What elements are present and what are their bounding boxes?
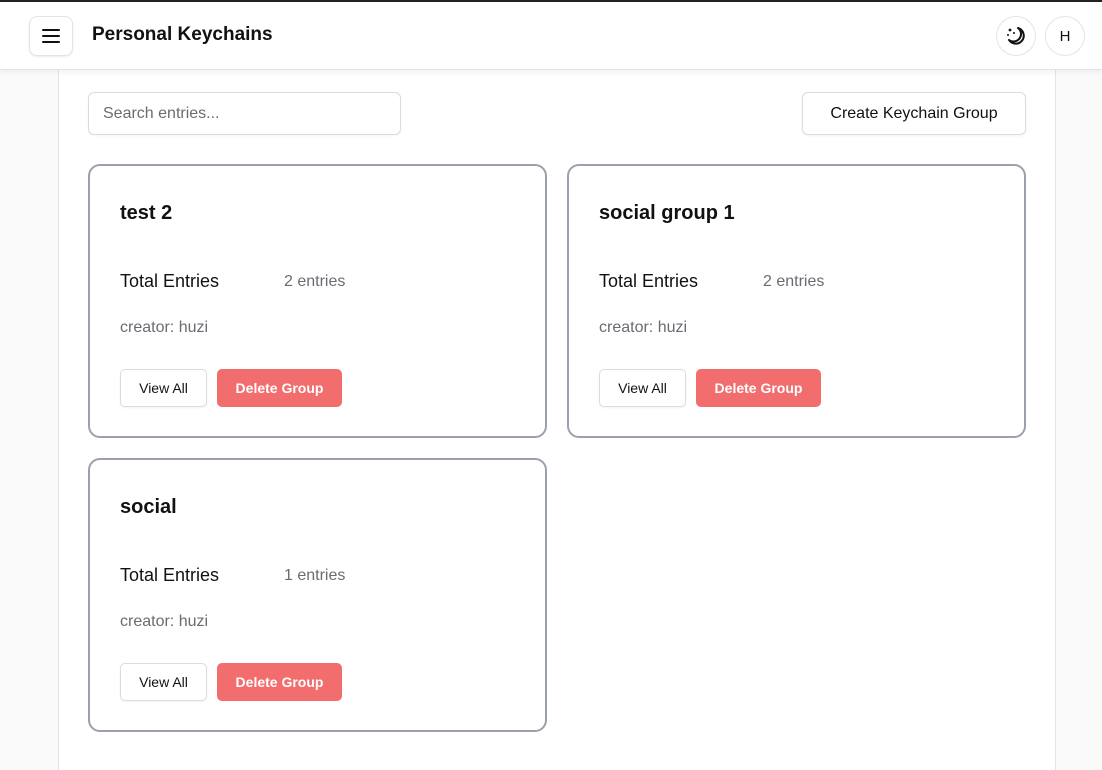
- keychain-group-card: social Total Entries 1 entries creator: …: [88, 458, 547, 732]
- total-entries-label: Total Entries: [120, 565, 220, 585]
- entries-count: 2 entries: [284, 273, 346, 290]
- page-title: Personal Keychains: [92, 24, 273, 45]
- total-entries-label: Total Entries: [120, 271, 220, 291]
- delete-group-button[interactable]: Delete Group: [696, 369, 821, 407]
- user-avatar[interactable]: H: [1045, 16, 1085, 56]
- delete-group-button[interactable]: Delete Group: [217, 369, 342, 407]
- app-header: Personal Keychains H: [0, 2, 1102, 70]
- delete-group-button[interactable]: Delete Group: [217, 663, 342, 701]
- entries-count: 2 entries: [763, 273, 825, 290]
- total-entries-label: Total Entries: [599, 271, 699, 291]
- menu-button[interactable]: [29, 16, 73, 56]
- keychain-group-card: test 2 Total Entries 2 entries creator: …: [88, 164, 547, 438]
- group-creator: creator: huzi: [120, 319, 209, 336]
- group-name: test 2: [120, 202, 173, 224]
- entries-count: 1 entries: [284, 567, 346, 584]
- create-keychain-group-button[interactable]: Create Keychain Group: [802, 92, 1026, 135]
- view-all-button[interactable]: View All: [599, 369, 686, 407]
- group-creator: creator: huzi: [120, 613, 209, 630]
- search-input[interactable]: [88, 92, 401, 135]
- group-name: social group 1: [599, 202, 735, 224]
- moon-stars-icon: [1007, 27, 1025, 45]
- hamburger-menu-icon: [42, 29, 60, 43]
- view-all-button[interactable]: View All: [120, 369, 207, 407]
- theme-toggle-button[interactable]: [996, 16, 1036, 56]
- group-name: social: [120, 496, 177, 518]
- view-all-button[interactable]: View All: [120, 663, 207, 701]
- keychain-group-card: social group 1 Total Entries 2 entries c…: [567, 164, 1026, 438]
- group-creator: creator: huzi: [599, 319, 688, 336]
